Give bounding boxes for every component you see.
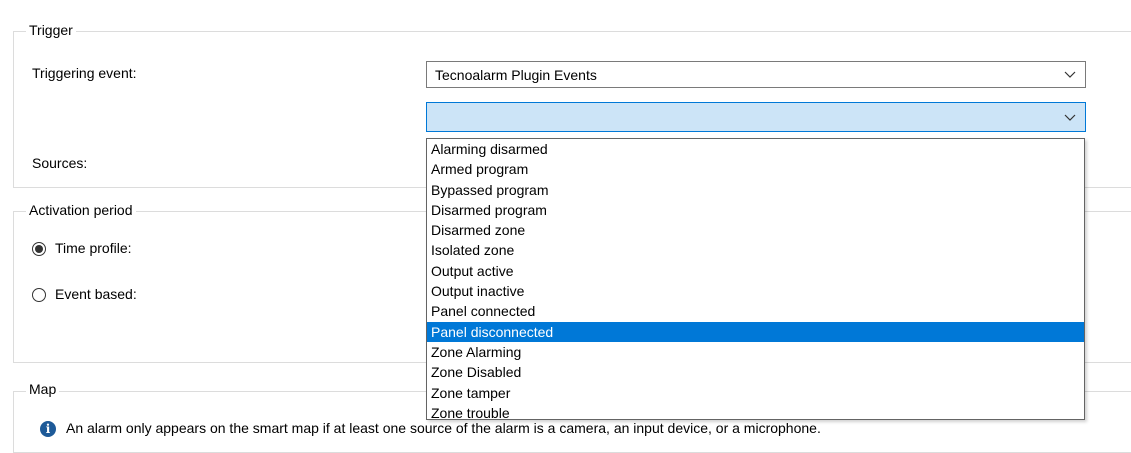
triggering-event-label: Triggering event: <box>32 65 137 81</box>
list-item[interactable]: Zone Disabled <box>427 362 1084 382</box>
time-profile-radio[interactable] <box>32 242 46 256</box>
chevron-down-icon <box>1064 71 1076 78</box>
chevron-down-icon <box>1064 114 1076 121</box>
activation-group-title: Activation period <box>26 202 136 218</box>
event-based-radio[interactable] <box>32 288 46 302</box>
list-item[interactable]: Output active <box>427 261 1084 281</box>
list-item[interactable]: Zone Alarming <box>427 342 1084 362</box>
list-item[interactable]: Output inactive <box>427 281 1084 301</box>
info-icon: i <box>40 421 56 437</box>
list-item[interactable]: Armed program <box>427 159 1084 179</box>
radio-dot <box>35 245 43 253</box>
triggering-event-value: Tecnoalarm Plugin Events <box>435 67 597 83</box>
list-item[interactable]: Bypassed program <box>427 180 1084 200</box>
event-type-dropdown-list[interactable]: Alarming disarmed Armed program Bypassed… <box>426 138 1085 423</box>
list-item[interactable]: Zone trouble <box>427 403 1084 423</box>
triggering-event-combo[interactable]: Tecnoalarm Plugin Events <box>426 61 1086 88</box>
sources-label: Sources: <box>32 155 88 171</box>
map-group-title: Map <box>26 381 60 397</box>
event-based-label[interactable]: Event based: <box>55 286 137 302</box>
event-type-combo[interactable] <box>426 102 1086 132</box>
list-item[interactable]: Panel connected <box>427 301 1084 321</box>
list-item-selected[interactable]: Panel disconnected <box>427 321 1084 342</box>
list-item[interactable]: Zone tamper <box>427 383 1084 403</box>
list-item[interactable]: Alarming disarmed <box>427 139 1084 159</box>
trigger-group-title: Trigger <box>26 22 76 38</box>
list-item[interactable]: Disarmed zone <box>427 220 1084 240</box>
list-item[interactable]: Isolated zone <box>427 240 1084 260</box>
list-item[interactable]: Disarmed program <box>427 200 1084 220</box>
time-profile-label[interactable]: Time profile: <box>55 240 132 256</box>
